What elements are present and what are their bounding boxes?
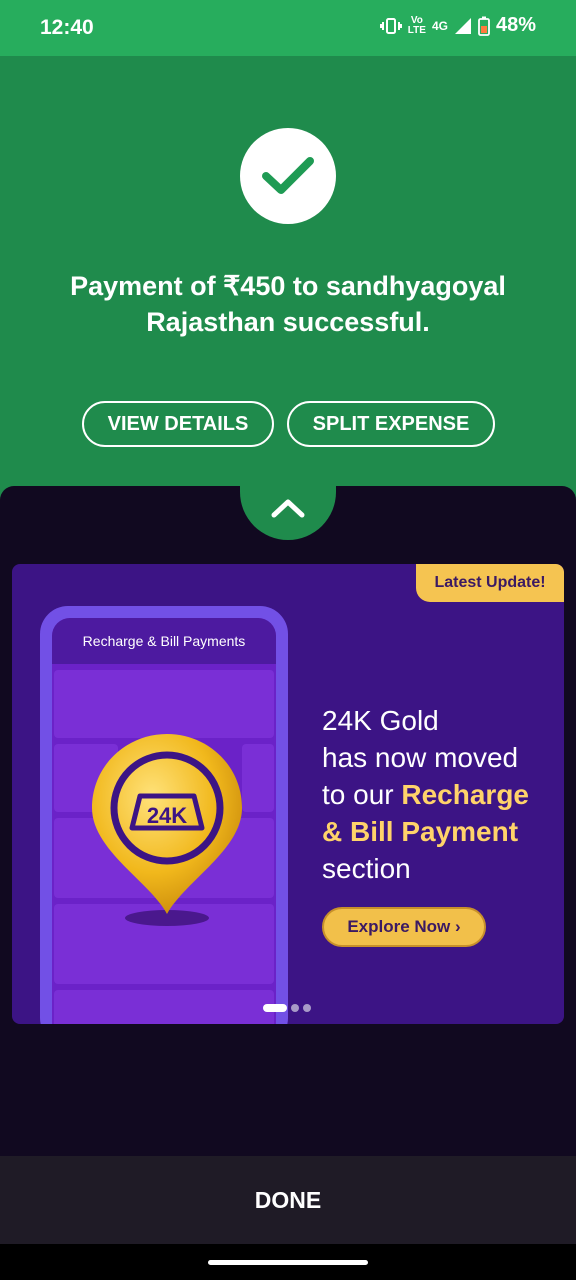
success-check-icon: [240, 128, 336, 224]
vibrate-icon: [379, 17, 402, 34]
volte-indicator: Vo LTE: [407, 14, 426, 36]
status-icons: Vo LTE 4G 48%: [379, 14, 536, 37]
split-expense-button[interactable]: SPLIT EXPENSE: [287, 401, 495, 447]
payment-message: Payment of ₹450 to sandhyagoyal Rajastha…: [70, 271, 506, 337]
gold-pin-icon: 24K: [92, 734, 242, 926]
network-type: 4G: [431, 18, 448, 33]
battery-icon: [478, 16, 490, 36]
phone-header: Recharge & Bill Payments: [52, 618, 276, 664]
carousel-dot-1: [263, 1004, 287, 1012]
pin-label: 24K: [147, 803, 187, 828]
battery-percent: 48%: [495, 14, 536, 36]
home-gesture-handle[interactable]: [208, 1260, 368, 1265]
chevron-up-icon: [271, 499, 305, 518]
carousel-dot-3: [303, 1004, 311, 1012]
status-bar: 12:40 Vo LTE 4G 48%: [0, 0, 576, 56]
payment-success-panel: Payment of ₹450 to sandhyagoyal Rajastha…: [0, 56, 576, 506]
carousel-dot-2: [291, 1004, 299, 1012]
explore-now-button[interactable]: Explore Now ›: [322, 907, 486, 947]
carousel-indicator: [263, 1004, 311, 1012]
signal-icon: [454, 17, 471, 34]
navigation-bar: [0, 1244, 576, 1280]
promo-banner[interactable]: Latest Update! Recharge & Bill Payments …: [12, 564, 564, 1024]
latest-update-badge: Latest Update!: [416, 564, 564, 602]
view-details-button[interactable]: VIEW DETAILS: [82, 401, 274, 447]
promo-text: 24K Gold has now moved to our Recharge &…: [322, 705, 530, 884]
done-button[interactable]: DONE: [0, 1156, 576, 1244]
clock: 12:40: [40, 16, 94, 39]
